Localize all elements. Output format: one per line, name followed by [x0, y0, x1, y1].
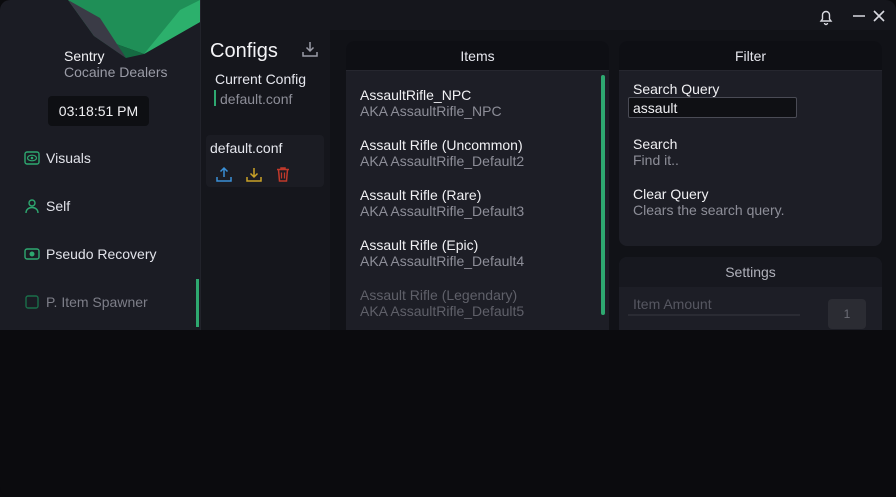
config-entry-name: default.conf — [210, 140, 283, 156]
list-item[interactable]: AssaultRifle_NPC AKA AssaultRifle_NPC — [346, 84, 598, 132]
sidebar-item-label: Visuals — [46, 150, 91, 166]
current-config-value: default.conf — [220, 91, 293, 107]
search-query-label: Search Query — [633, 81, 720, 97]
clear-query-desc: Clears the search query. — [633, 202, 785, 218]
item-title: Assault Rifle (Epic) — [360, 237, 479, 253]
items-header: Items — [346, 41, 609, 71]
title-bar — [330, 0, 896, 30]
search-button-label: Search — [633, 136, 678, 152]
item-aka: AKA AssaultRifle_Default3 — [360, 203, 525, 219]
spawner-icon — [24, 294, 40, 310]
items-scrollbar[interactable] — [601, 75, 605, 315]
sidebar-item-label: Pseudo Recovery — [46, 246, 157, 262]
clear-query-label: Clear Query — [633, 186, 709, 202]
item-aka: AKA AssaultRifle_Default5 — [360, 303, 525, 319]
search-button-desc: Find it.. — [633, 152, 679, 168]
item-title: AssaultRifle_NPC — [360, 87, 472, 103]
delete-icon[interactable] — [274, 165, 292, 183]
current-config-marker — [214, 90, 216, 106]
current-config-label: Current Config — [215, 71, 307, 87]
settings-header: Settings — [619, 257, 882, 287]
search-input[interactable] — [628, 97, 797, 118]
sidebar-item-pseudo-recovery[interactable]: Pseudo Recovery — [24, 243, 157, 265]
empty-region — [0, 330, 896, 497]
close-icon[interactable] — [872, 9, 886, 23]
configs-title: Configs — [210, 40, 278, 62]
item-aka: AKA AssaultRifle_Default2 — [360, 153, 525, 169]
sidebar-item-label: P. Item Spawner — [46, 294, 148, 310]
app-name: Sentry — [64, 48, 105, 64]
minimize-icon[interactable] — [852, 8, 866, 24]
sidebar-item-label: Self — [46, 198, 71, 214]
configs-panel: Configs Current Config default.conf defa… — [200, 0, 330, 330]
sidebar-item-self[interactable]: Self — [24, 195, 70, 217]
list-item[interactable]: Assault Rifle (Epic) AKA AssaultRifle_De… — [346, 234, 598, 282]
eye-icon — [24, 150, 40, 166]
export-icon[interactable] — [215, 165, 233, 183]
item-title: Assault Rifle (Uncommon) — [360, 137, 523, 153]
list-item[interactable]: Assault Rifle (Rare) AKA AssaultRifle_De… — [346, 184, 598, 232]
import-icon[interactable] — [245, 165, 263, 183]
settings-panel: Settings Item Amount 1 — [619, 257, 882, 330]
sidebar-item-p-item-spawner[interactable]: P. Item Spawner — [24, 291, 148, 313]
item-amount-slider[interactable] — [628, 314, 800, 316]
sidebar-item-visuals[interactable]: Visuals — [24, 147, 91, 169]
active-indicator — [196, 279, 199, 327]
item-aka: AKA AssaultRifle_NPC — [360, 103, 502, 119]
search-button[interactable]: Search Find it.. — [619, 136, 882, 172]
list-item[interactable]: Assault Rifle (Uncommon) AKA AssaultRifl… — [346, 134, 598, 182]
filter-panel: Filter Search Query Search Find it.. Cle… — [619, 41, 882, 246]
bell-icon[interactable] — [818, 8, 834, 26]
download-icon[interactable] — [301, 40, 319, 58]
item-title: Assault Rifle (Rare) — [360, 187, 482, 203]
filter-header: Filter — [619, 41, 882, 71]
items-panel: Items AssaultRifle_NPC AKA AssaultRifle_… — [346, 41, 609, 330]
sidebar: Sentry Cocaine Dealers 03:18:51 PM Visua… — [0, 0, 200, 330]
config-entry[interactable]: default.conf — [206, 135, 324, 187]
app-subtitle: Cocaine Dealers — [64, 64, 168, 80]
clear-query-button[interactable]: Clear Query Clears the search query. — [619, 186, 882, 222]
recovery-icon — [24, 246, 40, 262]
item-title: Assault Rifle (Legendary) — [360, 287, 518, 303]
list-item[interactable]: Assault Rifle (Legendary) AKA AssaultRif… — [346, 284, 598, 330]
item-amount-value[interactable]: 1 — [828, 299, 866, 329]
user-icon — [24, 198, 40, 214]
item-amount-label: Item Amount — [633, 296, 712, 312]
clock: 03:18:51 PM — [48, 96, 149, 126]
item-aka: AKA AssaultRifle_Default4 — [360, 253, 525, 269]
app-window: Sentry Cocaine Dealers 03:18:51 PM Visua… — [0, 0, 896, 497]
